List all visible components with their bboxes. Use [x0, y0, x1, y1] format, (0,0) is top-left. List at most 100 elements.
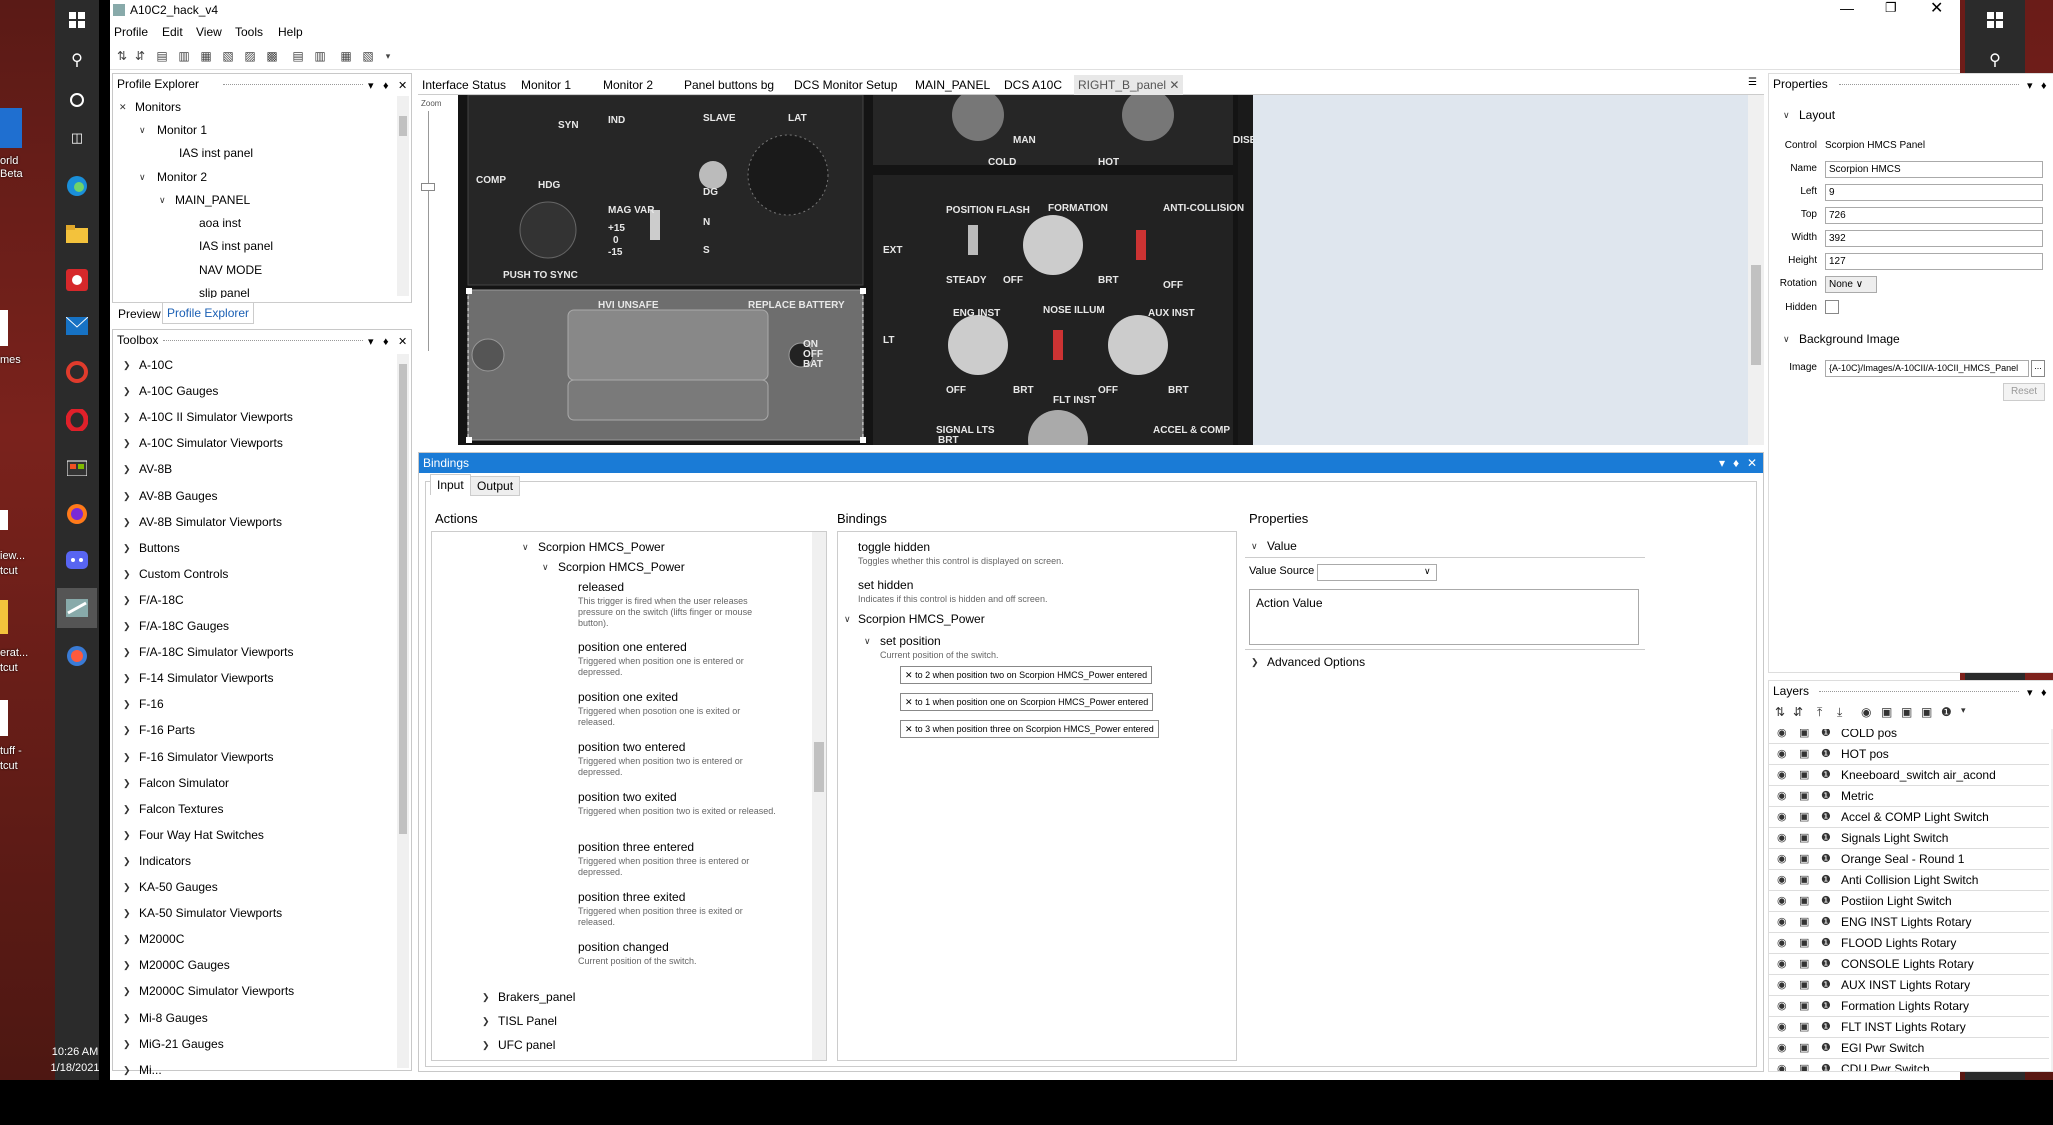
chevron-right-icon[interactable]: ❯ — [123, 360, 131, 371]
distribute-icon[interactable]: ▤ — [290, 48, 306, 64]
layer-row[interactable]: ◉ ▣ ❶ Metric — [1769, 786, 2049, 807]
visibility-icon[interactable]: ◉ — [1777, 975, 1787, 995]
action-trigger[interactable]: position one entered — [578, 640, 687, 654]
layer-row[interactable]: ◉ ▣ ❶ Accel & COMP Light Switch — [1769, 807, 2049, 828]
chevron-right-icon[interactable]: ❯ — [123, 621, 131, 632]
move-up-icon[interactable]: ⇅ — [1775, 705, 1785, 719]
task-view-icon[interactable]: ◫ — [57, 118, 97, 158]
overflow-icon[interactable]: ▾ — [1961, 705, 1966, 716]
close-icon[interactable]: ✕ — [1169, 78, 1179, 92]
chevron-right-icon[interactable]: ❯ — [123, 595, 131, 606]
dropdown-icon[interactable]: ▾ — [2027, 683, 2033, 703]
advanced-options[interactable]: Advanced Options — [1267, 655, 1365, 669]
chevron-right-icon[interactable]: ❯ — [1251, 657, 1259, 668]
toolbox-item[interactable]: F-14 Simulator Viewports — [139, 671, 274, 685]
action-trigger[interactable]: position two entered — [578, 740, 685, 754]
visibility-icon[interactable]: ◉ — [1777, 729, 1787, 743]
visibility-icon[interactable]: ◉ — [1777, 933, 1787, 953]
restore-icon[interactable]: ❐ — [1885, 0, 1897, 16]
desktop-file-icon[interactable] — [0, 700, 8, 736]
align-top-icon[interactable]: ▤ — [154, 48, 170, 64]
layer-row[interactable]: ◉ ▣ ❶ FLOOD Lights Rotary — [1769, 933, 2049, 954]
left-field[interactable]: 9 — [1825, 184, 2043, 201]
toolbox-item[interactable]: Indicators — [139, 854, 191, 868]
lock-icon[interactable]: ▣ — [1799, 933, 1809, 953]
pin-icon[interactable]: ♦ — [1733, 453, 1739, 473]
lock-icon[interactable]: ▣ — [1799, 1038, 1809, 1058]
toolbox-item[interactable]: A-10C II Simulator Viewports — [139, 410, 293, 424]
toolbox-item[interactable]: M2000C Gauges — [139, 958, 230, 972]
chevron-down-icon[interactable]: ∨ — [1251, 541, 1258, 552]
layer-row[interactable]: ◉ ▣ ❶ Anti Collision Light Switch — [1769, 870, 2049, 891]
binding-action[interactable]: set position — [880, 634, 941, 648]
dropdown-icon[interactable]: ▾ — [368, 76, 374, 96]
width-field[interactable]: 392 — [1825, 230, 2043, 247]
taskbar-clock[interactable]: 10:26 AM 1/18/2021 — [45, 1044, 105, 1076]
chevron-down-icon[interactable]: ∨ — [1783, 334, 1790, 345]
layer-row[interactable]: ◉ ▣ ❶ EGI Pwr Switch — [1769, 1038, 2049, 1059]
toolbox-item[interactable]: KA-50 Gauges — [139, 880, 218, 894]
search-icon[interactable]: ⚲ — [57, 40, 97, 80]
menu-tools[interactable]: Tools — [235, 25, 263, 39]
chevron-right-icon[interactable]: ❯ — [482, 1040, 490, 1051]
chevron-right-icon[interactable]: ❯ — [123, 699, 131, 710]
tree-item[interactable]: Monitor 2 — [157, 170, 207, 184]
chevron-right-icon[interactable]: ❯ — [123, 543, 131, 554]
visibility-icon[interactable]: ◉ — [1777, 996, 1787, 1016]
visibility-icon[interactable]: ◉ — [1777, 828, 1787, 848]
action-group[interactable]: Scorpion HMCS_Power — [538, 540, 665, 554]
action-trigger[interactable]: position three entered — [578, 840, 694, 854]
overflow-icon[interactable]: ▾ — [380, 48, 396, 64]
top-field[interactable]: 726 — [1825, 207, 2043, 224]
chevron-down-icon[interactable]: ∨ — [1783, 110, 1790, 121]
dropdown-icon[interactable]: ▾ — [1719, 453, 1725, 473]
chevron-right-icon[interactable]: ❯ — [123, 882, 131, 893]
pin-icon[interactable]: ♦ — [2041, 76, 2047, 96]
desktop-folder-icon[interactable] — [0, 600, 8, 634]
visibility-icon[interactable]: ◉ — [1777, 1038, 1787, 1058]
tab-dcs-monitor-setup[interactable]: DCS Monitor Setup — [794, 78, 897, 92]
tab-panel-buttons-bg[interactable]: Panel buttons bg — [684, 78, 774, 92]
mail-icon[interactable] — [57, 306, 97, 346]
chevron-down-icon[interactable]: ✕ — [119, 102, 127, 113]
firefox-icon[interactable] — [57, 494, 97, 534]
chevron-right-icon[interactable]: ❯ — [482, 1016, 490, 1027]
scrollbar[interactable] — [397, 354, 409, 1068]
chevron-down-icon[interactable]: ∨ — [864, 636, 871, 647]
toolbox-item[interactable]: Buttons — [139, 541, 180, 555]
reset-button[interactable]: Reset — [2003, 383, 2045, 401]
chevron-right-icon[interactable]: ❯ — [123, 960, 131, 971]
menu-help[interactable]: Help — [278, 25, 303, 39]
chevron-down-icon[interactable]: ∨ — [139, 125, 146, 136]
scrollbar[interactable] — [812, 532, 826, 1060]
cortana-icon[interactable] — [57, 80, 97, 120]
close-icon[interactable]: ✕ — [398, 76, 407, 96]
binding-row[interactable]: ✕ to 1 when position one on Scorpion HMC… — [900, 693, 1154, 711]
toolbox-item[interactable]: F/A-18C — [139, 593, 184, 607]
tab-dcs-a10c[interactable]: DCS A10C — [1004, 78, 1062, 92]
action-group[interactable]: Scorpion HMCS_Power — [558, 560, 685, 574]
desktop-file-icon[interactable] — [0, 510, 8, 530]
align-right-icon[interactable]: ▨ — [242, 48, 258, 64]
tree-item[interactable]: aoa inst — [199, 216, 241, 230]
height-field[interactable]: 127 — [1825, 253, 2043, 270]
app-red-icon[interactable] — [57, 260, 97, 300]
lock-icon[interactable]: ▣ — [1799, 849, 1809, 869]
toolbox-item[interactable]: Mi-8 Gauges — [139, 1011, 208, 1025]
visibility-icon[interactable]: ◉ — [1777, 891, 1787, 911]
chevron-right-icon[interactable]: ❯ — [123, 464, 131, 475]
lock-icon[interactable]: ▣ — [1799, 744, 1809, 764]
visibility-icon[interactable]: ◉ — [1777, 744, 1787, 764]
menu-edit[interactable]: Edit — [162, 25, 183, 39]
layer-row[interactable]: ◉ ▣ ❶ FLT INST Lights Rotary — [1769, 1017, 2049, 1038]
toolbox-item[interactable]: AV-8B Simulator Viewports — [139, 515, 282, 529]
layer-row[interactable]: ◉ ▣ ❶ HOT pos — [1769, 744, 2049, 765]
discord-icon[interactable] — [57, 540, 97, 580]
browse-button[interactable]: ... — [2031, 360, 2045, 377]
toolbox-item[interactable]: A-10C Simulator Viewports — [139, 436, 283, 450]
action-group[interactable]: Brakers_panel — [498, 990, 575, 1004]
lock-icon[interactable]: ▣ — [1799, 870, 1809, 890]
action-trigger[interactable]: position two exited — [578, 790, 677, 804]
tree-item[interactable]: IAS inst panel — [179, 146, 253, 160]
chevron-right-icon[interactable]: ❯ — [123, 517, 131, 528]
